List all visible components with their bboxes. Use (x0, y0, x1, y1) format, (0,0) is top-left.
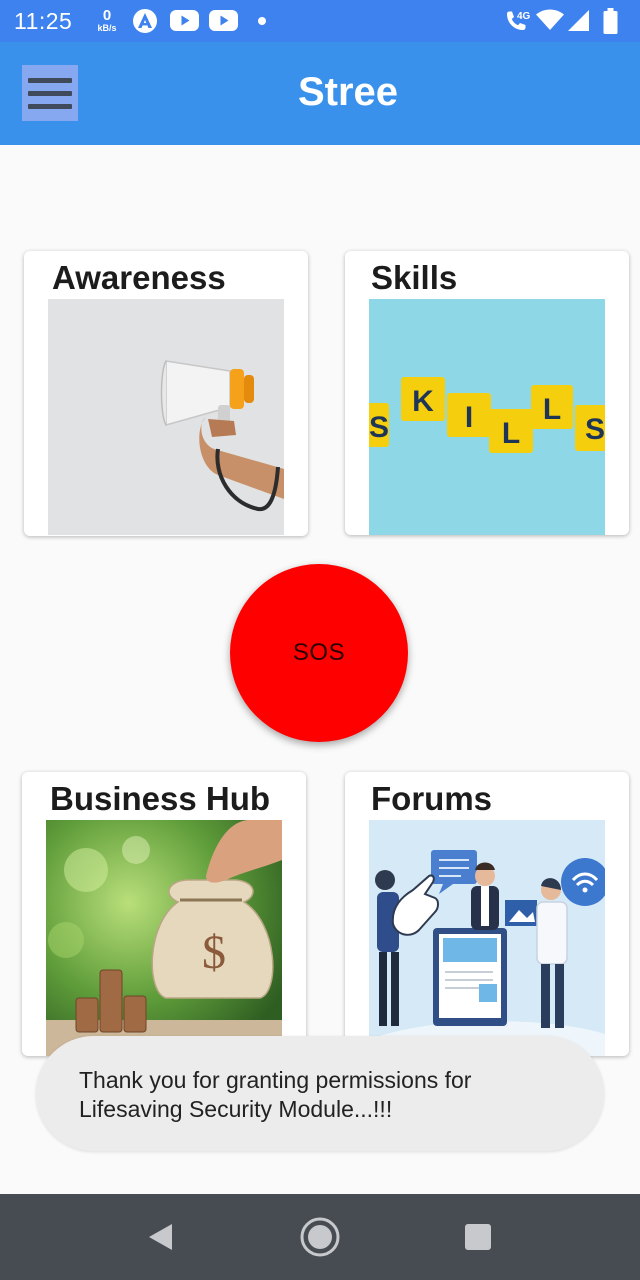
skill-tile-letter: L (543, 393, 561, 426)
megaphone-photo (48, 299, 284, 535)
skills-card[interactable]: Skills S K I L L S (345, 251, 629, 535)
skill-tile-letter: L (502, 417, 520, 450)
app-title: Stree (297, 70, 399, 114)
skills-letter-tiles-photo: S K I L L S (369, 299, 605, 535)
battery-icon (603, 8, 618, 39)
recents-icon[interactable] (448, 1194, 508, 1280)
network-speed: 0 kB/s (94, 8, 120, 33)
system-nav-bar (0, 1194, 640, 1280)
toast-message: Thank you for granting permissions for L… (79, 1067, 472, 1122)
dollar-sign-icon: $ (202, 926, 226, 979)
skill-tile-letter: S (585, 413, 605, 446)
signal-icon (568, 10, 590, 36)
skills-card-title: Skills (371, 259, 458, 296)
youtube-icon (209, 10, 238, 36)
sos-label: SOS (292, 639, 346, 666)
awareness-card-title: Awareness (52, 259, 226, 296)
status-time: 11:25 (14, 8, 73, 34)
network-type-label: 4G (517, 11, 531, 22)
app-bar: Stree (0, 42, 640, 145)
network-speed-unit: kB/s (97, 23, 117, 33)
back-icon[interactable] (130, 1194, 190, 1280)
youtube-icon (170, 10, 199, 36)
volte-call-icon: 4G (503, 8, 533, 39)
forums-card-title: Forums (371, 780, 493, 817)
sos-button[interactable]: SOS (230, 564, 408, 742)
awareness-card[interactable]: Awareness (24, 251, 308, 536)
skill-tile-letter: I (465, 401, 473, 434)
arc-app-icon (132, 8, 158, 39)
home-icon[interactable] (290, 1194, 350, 1280)
business-hub-card[interactable]: Business Hub $ (22, 772, 306, 1056)
forums-card[interactable]: Forums (345, 772, 629, 1056)
network-speed-value: 0 (102, 7, 112, 24)
skill-tile-letter: S (369, 411, 389, 444)
notification-dot-icon (258, 17, 266, 25)
wifi-icon (535, 9, 565, 36)
money-bag-coins-photo: $ (46, 820, 282, 1056)
business-hub-card-title: Business Hub (50, 780, 271, 817)
skill-tile-letter: K (412, 385, 434, 418)
people-discussion-illustration (369, 820, 605, 1056)
permission-toast: Thank you for granting permissions for L… (36, 1036, 604, 1151)
status-bar: 11:25 0 kB/s 4G (0, 0, 640, 42)
